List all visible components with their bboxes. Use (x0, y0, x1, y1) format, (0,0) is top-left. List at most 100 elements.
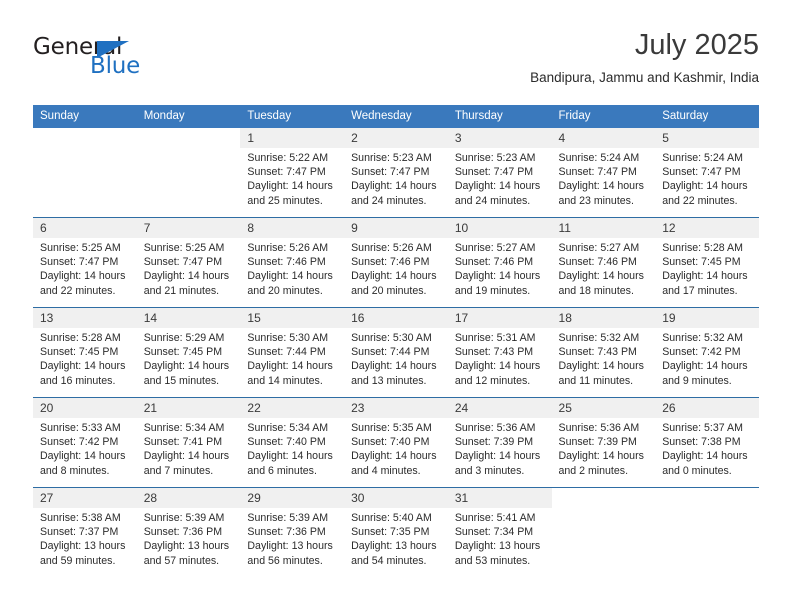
day-cell-inner: 28 Sunrise: 5:39 AM Sunset: 7:36 PM Dayligh… (136, 488, 241, 577)
sunrise-text: Sunrise: 5:28 AM (40, 332, 121, 344)
calendar-page: General Blue July 2025 Bandipura, Jammu … (0, 0, 792, 612)
day-cell-inner: 22 Sunrise: 5:34 AM Sunset: 7:40 PM Dayligh… (240, 398, 345, 487)
daylight-text: Daylight: 13 hours and 54 minutes. (351, 540, 437, 567)
daylight-text: Daylight: 14 hours and 23 minutes. (558, 180, 644, 207)
sunset-text: Sunset: 7:37 PM (40, 526, 119, 539)
sunrise-text: Sunrise: 5:41 AM (454, 512, 536, 524)
day-details: Sunrise: 5:28 AM Sunset: 7:45 PM Daylight:… (33, 328, 137, 388)
day-number: 24 (447, 398, 552, 418)
calendar-day-cell[interactable]: 31 Sunrise: 5:41 AM Sunset: 7:34 PM Dayligh… (447, 487, 552, 577)
day-number: 29 (240, 488, 345, 508)
calendar-day-cell[interactable]: 27 Sunrise: 5:38 AM Sunset: 7:37 PM Dayligh… (33, 487, 137, 577)
sunrise-text: Sunrise: 5:34 AM (247, 422, 329, 434)
page-header: General Blue July 2025 Bandipura, Jammu … (33, 28, 759, 100)
calendar-day-cell[interactable]: 10 Sunrise: 5:27 AM Sunset: 7:46 PM Dayligh… (447, 217, 552, 308)
calendar-day-cell[interactable]: 30 Sunrise: 5:40 AM Sunset: 7:35 PM Dayligh… (344, 487, 448, 577)
calendar-day-cell-empty (33, 128, 137, 218)
calendar-day-cell[interactable]: 28 Sunrise: 5:39 AM Sunset: 7:36 PM Dayligh… (136, 487, 241, 577)
sunrise-text: Sunrise: 5:36 AM (558, 422, 640, 434)
day-cell-inner: 29 Sunrise: 5:39 AM Sunset: 7:36 PM Dayligh… (240, 488, 345, 577)
daylight-text: Daylight: 14 hours and 21 minutes. (143, 270, 230, 297)
daylight-text: Daylight: 14 hours and 3 minutes. (454, 450, 541, 477)
calendar-day-cell[interactable]: 24 Sunrise: 5:36 AM Sunset: 7:39 PM Dayligh… (447, 397, 552, 488)
calendar-week-row: 1 Sunrise: 5:22 AM Sunset: 7:47 PM Daylight… (33, 128, 759, 218)
calendar-day-cell-empty (551, 487, 656, 577)
daylight-text: Daylight: 14 hours and 20 minutes. (247, 270, 333, 297)
day-number: 18 (551, 308, 656, 328)
day-number: 31 (447, 488, 552, 508)
calendar-day-cell[interactable]: 14 Sunrise: 5:29 AM Sunset: 7:45 PM Dayligh… (136, 307, 241, 398)
day-cell-inner: 9 Sunrise: 5:26 AM Sunset: 7:46 PM Daylight… (344, 218, 448, 307)
day-details: Sunrise: 5:37 AM Sunset: 7:38 PM Daylight:… (655, 418, 759, 478)
calendar-week-row: 6 Sunrise: 5:25 AM Sunset: 7:47 PM Daylight… (33, 217, 759, 308)
calendar-day-cell[interactable]: 20 Sunrise: 5:33 AM Sunset: 7:42 PM Dayligh… (33, 397, 137, 488)
sunrise-text: Sunrise: 5:39 AM (143, 512, 225, 524)
day-cell-inner: 25 Sunrise: 5:36 AM Sunset: 7:39 PM Dayligh… (551, 398, 656, 487)
calendar-day-cell[interactable]: 15 Sunrise: 5:30 AM Sunset: 7:44 PM Dayligh… (240, 307, 345, 398)
calendar-day-cell[interactable]: 16 Sunrise: 5:30 AM Sunset: 7:44 PM Dayligh… (344, 307, 448, 398)
day-number: 20 (33, 398, 137, 418)
sunrise-text: Sunrise: 5:23 AM (454, 152, 536, 164)
daylight-text: Daylight: 14 hours and 13 minutes. (351, 360, 437, 387)
sunset-text: Sunset: 7:40 PM (351, 436, 430, 449)
calendar-day-cell[interactable]: 18 Sunrise: 5:32 AM Sunset: 7:43 PM Dayligh… (551, 307, 656, 398)
daylight-text: Daylight: 14 hours and 6 minutes. (247, 450, 333, 477)
calendar-day-cell[interactable]: 11 Sunrise: 5:27 AM Sunset: 7:46 PM Dayligh… (551, 217, 656, 308)
calendar-day-cell[interactable]: 21 Sunrise: 5:34 AM Sunset: 7:41 PM Dayligh… (136, 397, 241, 488)
weekday-header-saturday: Saturday (655, 105, 759, 128)
sunset-text: Sunset: 7:40 PM (247, 436, 326, 449)
calendar-day-cell[interactable]: 9 Sunrise: 5:26 AM Sunset: 7:46 PM Daylight… (344, 217, 448, 308)
sunrise-text: Sunrise: 5:29 AM (143, 332, 225, 344)
day-details: Sunrise: 5:26 AM Sunset: 7:46 PM Daylight:… (344, 238, 448, 298)
day-details: Sunrise: 5:31 AM Sunset: 7:43 PM Daylight:… (448, 328, 552, 388)
calendar-day-cell-empty (655, 487, 759, 577)
general-blue-logo[interactable]: General Blue (33, 34, 253, 90)
day-number (551, 488, 656, 508)
sunset-text: Sunset: 7:47 PM (40, 256, 119, 269)
calendar-day-cell[interactable]: 5 Sunrise: 5:24 AM Sunset: 7:47 PM Daylight… (655, 128, 759, 218)
calendar-day-cell[interactable]: 29 Sunrise: 5:39 AM Sunset: 7:36 PM Dayligh… (240, 487, 345, 577)
daylight-text: Daylight: 14 hours and 16 minutes. (40, 360, 126, 387)
calendar-day-cell[interactable]: 7 Sunrise: 5:25 AM Sunset: 7:47 PM Daylight… (136, 217, 241, 308)
sunset-text: Sunset: 7:46 PM (247, 256, 326, 269)
sunset-text: Sunset: 7:39 PM (558, 436, 637, 449)
calendar-day-cell[interactable]: 25 Sunrise: 5:36 AM Sunset: 7:39 PM Dayligh… (551, 397, 656, 488)
sunrise-text: Sunrise: 5:25 AM (40, 242, 121, 254)
sunrise-text: Sunrise: 5:33 AM (40, 422, 121, 434)
day-cell-inner: 16 Sunrise: 5:30 AM Sunset: 7:44 PM Dayligh… (344, 308, 448, 397)
day-details: Sunrise: 5:24 AM Sunset: 7:47 PM Daylight:… (655, 148, 759, 208)
sunset-text: Sunset: 7:47 PM (247, 166, 326, 179)
calendar-day-cell[interactable]: 22 Sunrise: 5:34 AM Sunset: 7:40 PM Dayligh… (240, 397, 345, 488)
title-block: July 2025 Bandipura, Jammu and Kashmir, … (530, 28, 759, 86)
day-cell-inner: 27 Sunrise: 5:38 AM Sunset: 7:37 PM Dayligh… (33, 488, 137, 577)
calendar-day-cell[interactable]: 3 Sunrise: 5:23 AM Sunset: 7:47 PM Daylight… (447, 128, 552, 218)
day-details: Sunrise: 5:34 AM Sunset: 7:41 PM Daylight:… (137, 418, 241, 478)
daylight-text: Daylight: 14 hours and 18 minutes. (558, 270, 644, 297)
calendar-day-cell[interactable]: 8 Sunrise: 5:26 AM Sunset: 7:46 PM Daylight… (240, 217, 345, 308)
sunset-text: Sunset: 7:44 PM (247, 346, 326, 359)
day-cell-inner: 15 Sunrise: 5:30 AM Sunset: 7:44 PM Dayligh… (240, 308, 345, 397)
day-cell-inner: 17 Sunrise: 5:31 AM Sunset: 7:43 PM Dayligh… (447, 308, 552, 397)
calendar-body: 1 Sunrise: 5:22 AM Sunset: 7:47 PM Daylight… (33, 128, 759, 577)
calendar-day-cell[interactable]: 4 Sunrise: 5:24 AM Sunset: 7:47 PM Daylight… (551, 128, 656, 218)
calendar-day-cell[interactable]: 19 Sunrise: 5:32 AM Sunset: 7:42 PM Dayligh… (655, 307, 759, 398)
calendar-day-cell[interactable]: 13 Sunrise: 5:28 AM Sunset: 7:45 PM Dayligh… (33, 307, 137, 398)
calendar-day-cell[interactable]: 1 Sunrise: 5:22 AM Sunset: 7:47 PM Daylight… (240, 128, 345, 218)
sunset-text: Sunset: 7:47 PM (558, 166, 637, 179)
calendar-day-cell[interactable]: 17 Sunrise: 5:31 AM Sunset: 7:43 PM Dayligh… (447, 307, 552, 398)
day-number: 1 (240, 128, 345, 148)
day-cell-inner: 3 Sunrise: 5:23 AM Sunset: 7:47 PM Daylight… (447, 128, 552, 217)
calendar-day-cell[interactable]: 2 Sunrise: 5:23 AM Sunset: 7:47 PM Daylight… (344, 128, 448, 218)
calendar-day-cell[interactable]: 26 Sunrise: 5:37 AM Sunset: 7:38 PM Dayligh… (655, 397, 759, 488)
day-number (33, 128, 137, 148)
day-details: Sunrise: 5:34 AM Sunset: 7:40 PM Daylight:… (240, 418, 344, 478)
day-number: 8 (240, 218, 345, 238)
weekday-header-sunday: Sunday (33, 105, 137, 128)
sunrise-text: Sunrise: 5:28 AM (662, 242, 743, 254)
calendar-day-cell[interactable]: 6 Sunrise: 5:25 AM Sunset: 7:47 PM Daylight… (33, 217, 137, 308)
calendar-day-cell[interactable]: 12 Sunrise: 5:28 AM Sunset: 7:45 PM Dayligh… (655, 217, 759, 308)
day-details: Sunrise: 5:39 AM Sunset: 7:36 PM Daylight:… (240, 508, 344, 568)
calendar-day-cell[interactable]: 23 Sunrise: 5:35 AM Sunset: 7:40 PM Dayligh… (344, 397, 448, 488)
sunset-text: Sunset: 7:39 PM (454, 436, 534, 449)
sunrise-text: Sunrise: 5:40 AM (351, 512, 432, 524)
